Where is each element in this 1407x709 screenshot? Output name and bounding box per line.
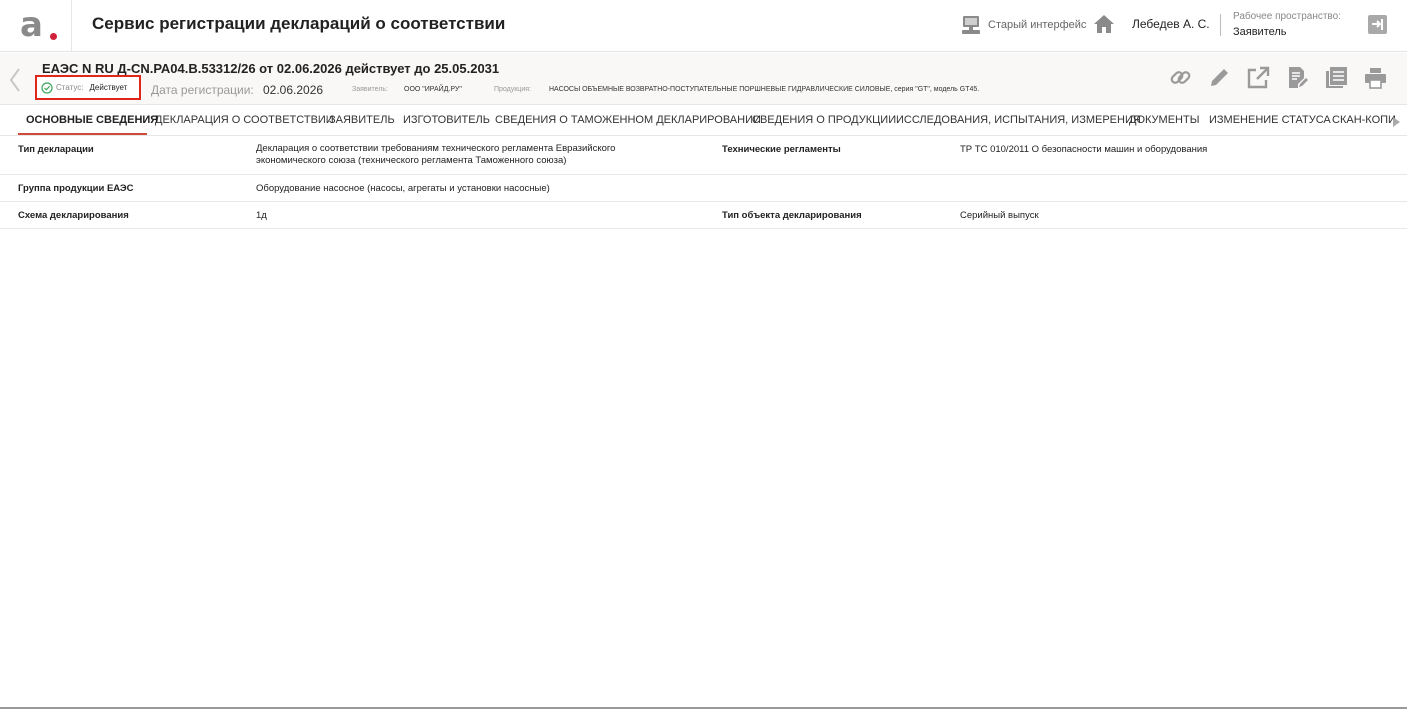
declaration-title: ЕАЭС N RU Д-CN.РА04.В.53312/26 от 02.06.… <box>42 61 500 76</box>
table-row: Группа продукции ЕАЭС Оборудование насос… <box>0 175 1407 202</box>
table-row: Тип декларации Декларация о соответствии… <box>0 137 1407 175</box>
export-icon[interactable] <box>1246 65 1271 90</box>
object-type-label: Тип объекта декларирования <box>722 210 862 221</box>
tab-declaration[interactable]: ДЕКЛАРАЦИЯ О СООТВЕТСТВИИ <box>155 114 334 126</box>
tab-research[interactable]: ИССЛЕДОВАНИЯ, ИСПЫТАНИЯ, ИЗМЕРЕНИЯ <box>896 114 1141 126</box>
link-icon[interactable] <box>1168 65 1193 90</box>
object-type-value: Серийный выпуск <box>960 210 1039 221</box>
applicant-value: ООО "ИРАЙД.РУ" <box>404 86 462 93</box>
action-toolbar <box>1168 65 1388 90</box>
active-tab-indicator <box>18 133 147 135</box>
logo-dot <box>50 33 57 40</box>
tech-reg-value: ТР ТС 010/2011 О безопасности машин и об… <box>960 144 1208 155</box>
home-icon[interactable] <box>1093 13 1115 35</box>
edit-icon[interactable] <box>1207 65 1232 90</box>
app-title: Сервис регистрации деклараций о соответс… <box>92 14 506 33</box>
chevron-right-icon[interactable] <box>1390 116 1402 128</box>
exit-icon <box>1372 19 1383 30</box>
product-value: НАСОСЫ ОБЪЕМНЫЕ ВОЗВРАТНО-ПОСТУПАТЕЛЬНЫЕ… <box>549 86 980 93</box>
declaration-header: ЕАЭС N RU Д-CN.РА04.В.53312/26 от 02.06.… <box>0 53 1407 105</box>
decl-type-value-line1: Декларация о соответствии требованиям те… <box>256 143 616 154</box>
reg-date-label: Дата регистрации: <box>151 83 254 97</box>
tab-status-change[interactable]: ИЗМЕНЕНИЕ СТАТУСА <box>1209 114 1331 126</box>
status-badge: Статус: Действует <box>35 75 141 100</box>
scheme-label: Схема декларирования <box>18 210 129 221</box>
top-bar: a Сервис регистрации деклараций о соотве… <box>0 0 1407 52</box>
tab-documents[interactable]: ДОКУМЕНТЫ <box>1129 114 1199 126</box>
tab-scan-copies[interactable]: СКАН-КОПИ <box>1332 114 1396 126</box>
status-value: Действует <box>89 83 128 92</box>
table-row: Схема декларирования 1д Тип объекта декл… <box>0 202 1407 229</box>
status-label: Статус: <box>56 83 84 92</box>
product-group-label: Группа продукции ЕАЭС <box>18 183 134 194</box>
tab-manufacturer[interactable]: ИЗГОТОВИТЕЛЬ <box>403 114 490 126</box>
workspace-label: Рабочее пространство: <box>1233 11 1341 22</box>
decl-type-value-line2: экономического союза (технического регла… <box>256 155 567 166</box>
product-label: Продукция: <box>494 86 531 93</box>
decl-type-label: Тип декларации <box>18 144 94 155</box>
tab-customs[interactable]: СВЕДЕНИЯ О ТАМОЖЕННОМ ДЕКЛАРИРОВАНИИ <box>495 114 761 126</box>
reg-date-value: 02.06.2026 <box>263 83 324 97</box>
tech-reg-label: Технические регламенты <box>722 144 841 155</box>
logout-button[interactable] <box>1368 15 1387 34</box>
workspace-value[interactable]: Заявитель <box>1233 26 1287 38</box>
tab-products[interactable]: СВЕДЕНИЯ О ПРОДУКЦИИ <box>752 114 896 126</box>
product-group-value: Оборудование насосное (насосы, агрегаты … <box>256 183 550 194</box>
divider <box>1220 14 1221 36</box>
logo[interactable]: a <box>0 0 72 52</box>
check-circle-icon <box>41 81 53 94</box>
old-interface-link[interactable]: Старый интерфейс <box>960 12 1086 38</box>
old-interface-label: Старый интерфейс <box>988 19 1087 31</box>
tab-main-info[interactable]: ОСНОВНЫЕ СВЕДЕНИЯ <box>26 114 158 126</box>
tab-bar: ОСНОВНЫЕ СВЕДЕНИЯ ДЕКЛАРАЦИЯ О СООТВЕТСТ… <box>0 106 1407 136</box>
computer-icon <box>962 16 980 34</box>
details-grid: Тип декларации Декларация о соответствии… <box>0 137 1407 229</box>
user-name[interactable]: Лебедев А. С. <box>1132 17 1210 31</box>
alta-logo-icon: a <box>20 5 43 45</box>
chevron-left-icon[interactable] <box>7 67 23 93</box>
tab-applicant[interactable]: ЗАЯВИТЕЛЬ <box>329 114 395 126</box>
document-edit-icon[interactable] <box>1285 65 1310 90</box>
scheme-value: 1д <box>256 210 267 221</box>
applicant-label: Заявитель: <box>352 86 389 93</box>
print-icon[interactable] <box>1363 65 1388 90</box>
list-icon[interactable] <box>1324 65 1349 90</box>
